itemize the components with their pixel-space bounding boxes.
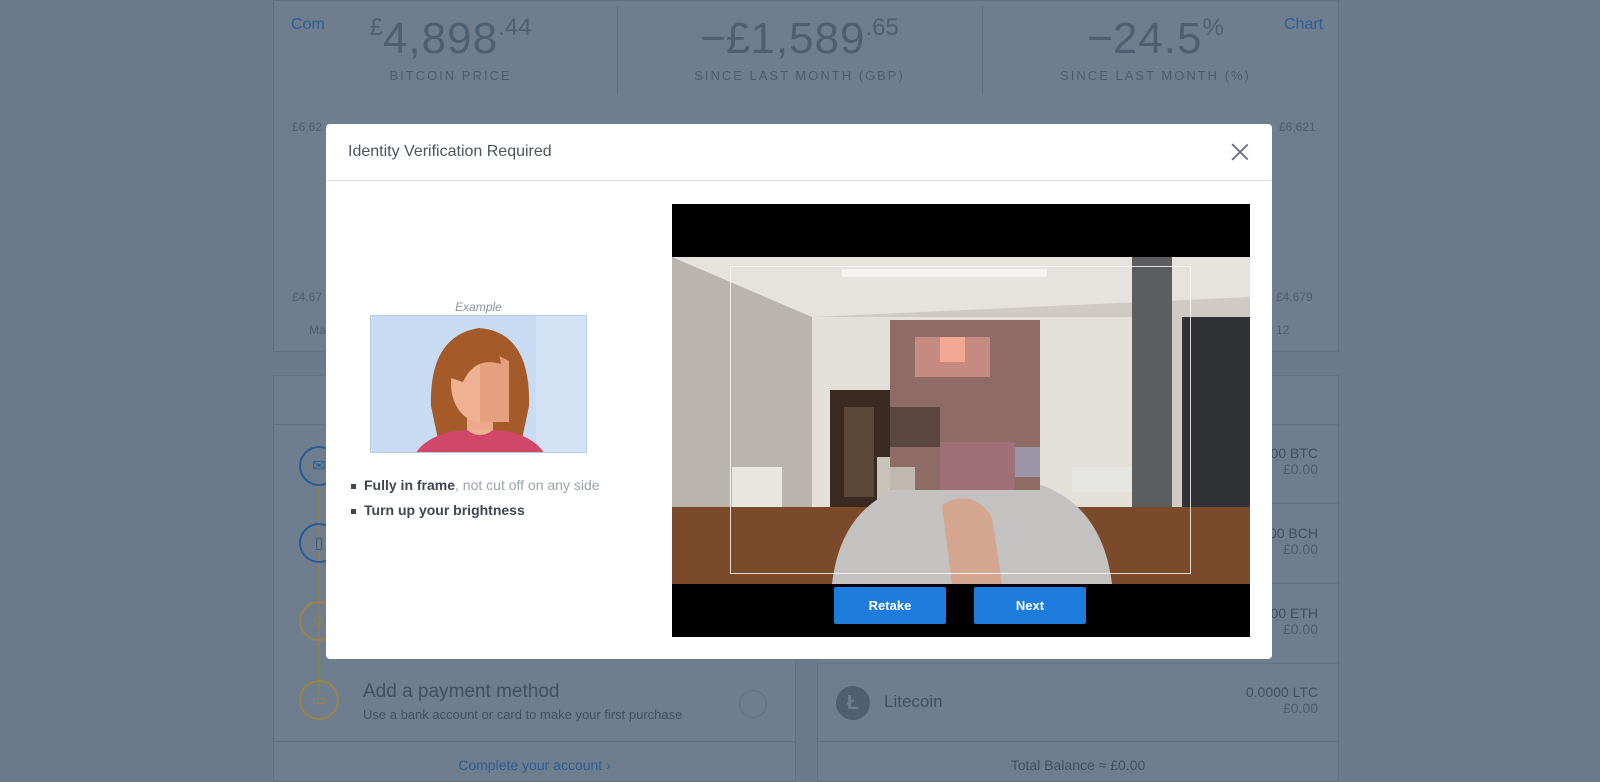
retake-button[interactable]: Retake [834, 587, 946, 624]
divider [817, 663, 1339, 664]
steps-line [318, 485, 320, 695]
tip-item: Fully in frame, not cut off on any side [351, 477, 654, 493]
face-guide-frame [730, 266, 1191, 574]
stat-divider [617, 6, 618, 94]
chart-axis-high-left: £6,62 [292, 120, 323, 134]
tip-item: Turn up your brightness [351, 502, 654, 518]
payment-step-icon: ▭ [299, 680, 339, 720]
tips-list: Fully in frame, not cut off on any side … [351, 477, 654, 527]
stat-bitcoin-price: £4,898.44 BITCOIN PRICE [369, 14, 532, 83]
chart-axis-high-right: £6,621 [1279, 120, 1316, 134]
ltc-balance: 0.0000 LTC £0.00 [1245, 684, 1318, 716]
payment-method-radio[interactable] [739, 690, 767, 718]
complete-account-link[interactable]: Complete your account › [273, 757, 796, 773]
chart-axis-date-left: Ma [309, 323, 326, 337]
example-portrait-illustration [371, 316, 586, 452]
total-balance: Total Balance ≈ £0.00 [1010, 757, 1146, 773]
divider [817, 741, 1339, 742]
example-caption: Example [455, 300, 502, 314]
close-icon[interactable] [1228, 140, 1252, 164]
divider [273, 741, 796, 742]
stat-since-last-month-gbp: −£1,589.65 SINCE LAST MONTH (GBP) [694, 14, 905, 83]
chart-axis-low-left: £4,67 [292, 290, 323, 304]
payment-method-title[interactable]: Add a payment method [363, 681, 559, 703]
litecoin-name[interactable]: Litecoin [884, 692, 943, 712]
eth-balance: 00 ETH £0.00 [1270, 605, 1318, 637]
chart-axis-low-right: £4,679 [1276, 290, 1313, 304]
next-button[interactable]: Next [974, 587, 1086, 624]
btc-balance: 00 BTC £0.00 [1270, 445, 1318, 477]
modal-header: Identity Verification Required [326, 124, 1272, 181]
chart-link[interactable]: Chart [1284, 16, 1323, 34]
payment-method-subtitle: Use a bank account or card to make your … [363, 707, 683, 722]
bch-balance: 00 BCH £0.00 [1268, 525, 1318, 557]
modal-title: Identity Verification Required [348, 143, 552, 160]
litecoin-icon: Ł [836, 686, 870, 720]
example-portrait-image [370, 315, 587, 453]
complete-account-header: Com [291, 16, 325, 33]
stat-since-last-month-pct: −24.5% SINCE LAST MONTH (%) [1060, 14, 1251, 83]
